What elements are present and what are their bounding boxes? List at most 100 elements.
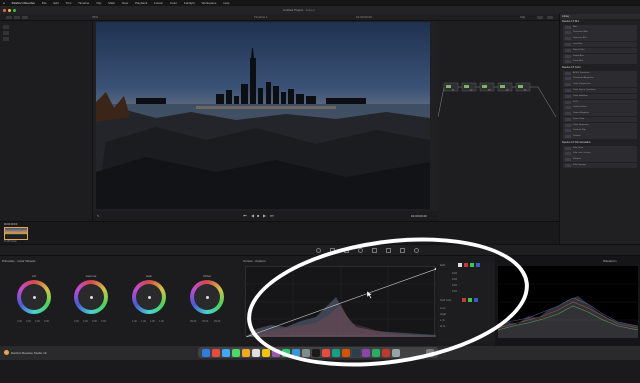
gain-value[interactable]: 1.00 (141, 320, 146, 323)
library-item[interactable]: ACES Transform (563, 70, 637, 76)
lift-value[interactable]: 0.00 (44, 320, 49, 323)
key-tab-icon[interactable] (400, 248, 405, 253)
library-item[interactable]: Gaussian Blur (563, 36, 637, 42)
zoom-window-icon[interactable] (13, 8, 16, 12)
menu-item-color[interactable]: Color (170, 1, 177, 5)
library-item[interactable]: Blur (563, 24, 637, 30)
channel-intensity[interactable]: 100 (452, 277, 457, 281)
soft-clip-blue-button[interactable] (474, 298, 478, 302)
offset-value[interactable]: 25.00 (202, 320, 208, 323)
library-item[interactable]: Film Grain (563, 145, 637, 151)
curves-tab-icon[interactable] (330, 248, 335, 253)
lift-value[interactable]: 0.00 (26, 320, 31, 323)
library-item[interactable]: Color Compressor (563, 82, 637, 88)
lift-value[interactable]: 0.00 (17, 320, 22, 323)
library-item[interactable]: Color Space Transform (563, 88, 637, 94)
blur-tab-icon[interactable] (386, 248, 391, 253)
library-item[interactable]: Film Damage (563, 162, 637, 169)
lift-value[interactable]: 0.00 (35, 320, 40, 323)
menu-item-mark[interactable]: Mark (108, 1, 115, 5)
library-item[interactable]: Gamut Mapping (563, 111, 637, 117)
gamma-value[interactable]: 0.00 (74, 320, 79, 323)
folder-icon[interactable] (392, 348, 400, 357)
gain-value[interactable]: 1.00 (132, 320, 137, 323)
sizing-tab-icon[interactable] (414, 248, 419, 253)
gain-value[interactable]: 1.00 (159, 320, 164, 323)
maps-icon[interactable] (282, 348, 290, 357)
qualifier-tab-icon[interactable] (344, 248, 349, 253)
scope-title[interactable]: Waveform (603, 259, 617, 263)
clip-thumbnail[interactable] (4, 227, 28, 240)
library-section-title[interactable]: Resolve FX Film Emulation (560, 140, 640, 145)
notes-icon[interactable] (262, 348, 270, 357)
photos-icon[interactable] (242, 348, 250, 357)
settings-icon[interactable] (302, 348, 310, 357)
library-item[interactable]: Directional Blur (563, 30, 637, 36)
library-item[interactable]: Color Generator (563, 122, 637, 128)
channel-intensity[interactable]: 100 (452, 271, 457, 275)
viewer-frame[interactable] (96, 22, 430, 209)
pages-icon[interactable] (342, 348, 350, 357)
numbers-icon[interactable] (332, 348, 340, 357)
channel-intensity[interactable]: 100 (452, 289, 457, 293)
zoom-level[interactable]: 35% (92, 15, 98, 19)
gamma-value[interactable]: 0.00 (83, 320, 88, 323)
green-channel-button[interactable] (470, 263, 474, 267)
next-clip-icon[interactable]: ⏭ (270, 213, 274, 218)
menu-item-app[interactable]: DaVinci Resolve (12, 1, 35, 5)
menu-item-playback[interactable]: Playback (135, 1, 147, 5)
library-item[interactable]: Contrast Pop (563, 128, 637, 134)
gallery-albums-icon[interactable] (3, 31, 9, 35)
library-item[interactable]: DCTL (563, 99, 637, 105)
library-item[interactable]: Lens Blur (563, 41, 637, 48)
menu-item-view[interactable]: View (122, 1, 128, 5)
close-window-icon[interactable] (3, 8, 6, 12)
channel-intensity[interactable]: 100 (452, 283, 457, 287)
library-item[interactable]: Color Stabilizer (563, 93, 637, 99)
finder-icon[interactable] (202, 348, 210, 357)
library-section-title[interactable]: Resolve FX Blur (560, 19, 640, 24)
offset-value[interactable]: 25.00 (214, 320, 220, 323)
library-item[interactable]: Chromatic Adaptation (563, 76, 637, 82)
podcasts-icon[interactable] (362, 348, 370, 357)
prev-clip-icon[interactable]: ⏮ (243, 213, 247, 218)
menu-item-trim[interactable]: Trim (65, 1, 71, 5)
gallery-stills-icon[interactable] (3, 25, 9, 29)
media-app-icon[interactable] (322, 348, 330, 357)
node-view-button[interactable] (537, 16, 543, 19)
menu-item-fusion[interactable]: Fusion (154, 1, 163, 5)
tracker-tab-icon[interactable] (372, 248, 377, 253)
menu-item-edit[interactable]: Edit (53, 1, 58, 5)
menu-item-fairlight[interactable]: Fairlight (184, 1, 195, 5)
gamma-value[interactable]: 0.00 (92, 320, 97, 323)
zoom-tool-icon[interactable]: ✎ (97, 214, 100, 218)
news-icon[interactable] (382, 348, 390, 357)
davinci-resolve-icon[interactable] (312, 348, 320, 357)
library-item[interactable]: Film Look Creator (563, 151, 637, 157)
library-item[interactable]: Invert Color (563, 116, 637, 123)
apple-icon[interactable]: ● (3, 1, 5, 5)
curve-editor[interactable] (245, 266, 438, 338)
messages-icon[interactable] (232, 348, 240, 357)
gain-value[interactable]: 1.00 (150, 320, 155, 323)
red-channel-button[interactable] (464, 263, 468, 267)
gallery-memories-icon[interactable] (3, 37, 9, 41)
lightbox-button[interactable] (547, 16, 553, 19)
lift-wheel[interactable] (17, 280, 51, 314)
gallery-button[interactable] (14, 16, 20, 19)
play-icon[interactable]: ▶ (263, 213, 266, 218)
media-pool-button[interactable] (6, 16, 12, 19)
library-section-title[interactable]: Resolve FX Color (560, 65, 640, 70)
offset-value[interactable]: 25.00 (190, 320, 196, 323)
calendar-icon[interactable] (252, 348, 260, 357)
stop-icon[interactable]: ■ (257, 213, 259, 218)
menu-item-clip[interactable]: Clip (96, 1, 101, 5)
safari-icon[interactable] (222, 348, 230, 357)
library-item[interactable]: Zoom Blur (563, 59, 637, 65)
menu-item-file[interactable]: File (42, 1, 47, 5)
gamma-value[interactable]: 0.00 (101, 320, 106, 323)
facetime-icon[interactable] (372, 348, 380, 357)
window-tab-icon[interactable] (358, 248, 363, 253)
library-item[interactable]: Mosaic Blur (563, 47, 637, 53)
clip-mode-selector[interactable]: Clip (520, 15, 525, 19)
